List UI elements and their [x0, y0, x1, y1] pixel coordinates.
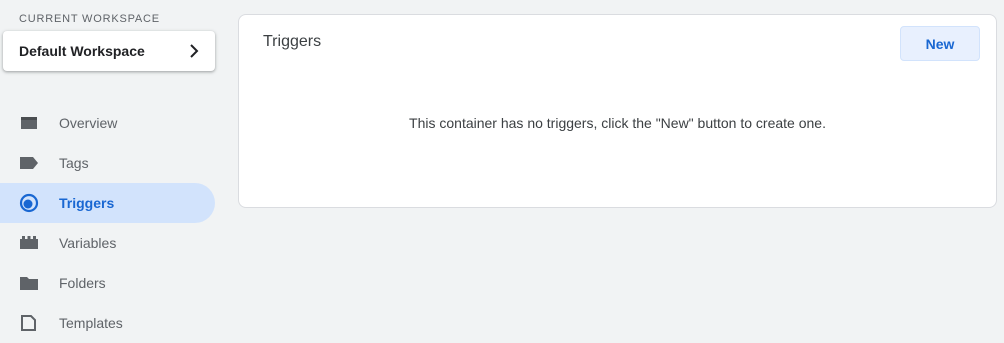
sidebar-item-label: Folders: [59, 275, 106, 291]
sidebar-item-label: Templates: [59, 315, 123, 331]
triggers-card: Triggers New This container has no trigg…: [238, 14, 997, 208]
sidebar-item-folders[interactable]: Folders: [0, 263, 215, 303]
variables-icon: [18, 232, 40, 254]
sidebar-item-label: Tags: [59, 155, 89, 171]
workspace-label: CURRENT WORKSPACE: [19, 13, 160, 25]
chevron-right-icon: [189, 43, 201, 59]
sidebar: CURRENT WORKSPACE Default Workspace Over…: [0, 0, 222, 331]
new-trigger-button[interactable]: New: [900, 26, 980, 61]
page-title: Triggers: [263, 33, 322, 50]
template-icon: [18, 312, 40, 334]
empty-state-message: This container has no triggers, click th…: [409, 115, 826, 131]
sidebar-item-templates[interactable]: Templates: [0, 303, 215, 343]
sidebar-item-overview[interactable]: Overview: [0, 103, 215, 143]
sidebar-item-label: Triggers: [59, 195, 115, 211]
sidebar-item-triggers[interactable]: Triggers: [0, 183, 215, 223]
sidebar-item-tags[interactable]: Tags: [0, 143, 215, 183]
folder-icon: [18, 272, 40, 294]
sidebar-item-label: Variables: [59, 235, 117, 251]
sidebar-item-variables[interactable]: Variables: [0, 223, 215, 263]
trigger-icon: [18, 192, 40, 214]
sidebar-item-label: Overview: [59, 115, 118, 131]
overview-icon: [18, 112, 40, 134]
sidebar-nav: Overview Tags Triggers Variables Folders: [0, 103, 215, 343]
workspace-name: Default Workspace: [19, 43, 145, 59]
workspace-selector[interactable]: Default Workspace: [3, 31, 215, 71]
tag-icon: [18, 152, 40, 174]
